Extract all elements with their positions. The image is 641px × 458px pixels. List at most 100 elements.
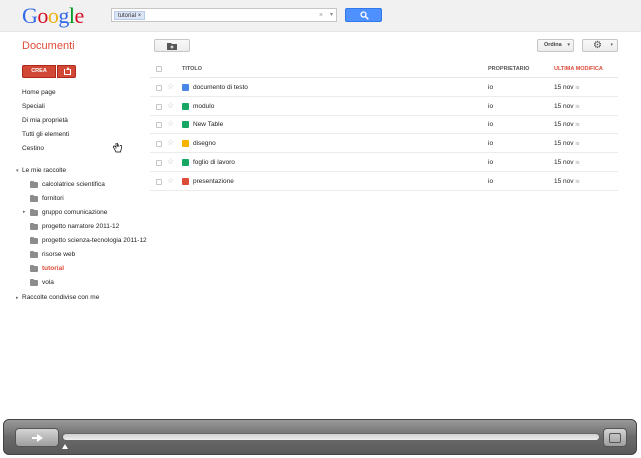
create-button[interactable]: CREA (22, 65, 56, 78)
nav-owned-by-me[interactable]: Di mia proprietà (22, 117, 68, 124)
table-row[interactable]: ☆ modulo io 15 nov io (150, 98, 618, 116)
table-row[interactable]: ☆ foglio di lavoro io 15 nov io (150, 154, 618, 172)
shared-collections-label: Raccolte condivise con me (22, 294, 100, 301)
collection-label: progetto narratore 2011-12 (42, 223, 120, 230)
collection-item[interactable]: vola (30, 278, 54, 286)
nav-starred[interactable]: Speciali (22, 103, 45, 110)
column-header-title[interactable]: TITOLO (182, 66, 202, 72)
collection-item[interactable]: progetto scienza-tecnologia 2011-12 (30, 236, 147, 244)
sort-button-label: Ordina (544, 42, 562, 48)
header-divider (150, 77, 618, 78)
row-checkbox[interactable] (156, 122, 162, 129)
file-modified: 15 nov io (554, 103, 579, 110)
hand-cursor-icon (113, 143, 122, 153)
collection-label: tutorial (42, 265, 65, 272)
sort-button[interactable]: Ordina ▾ (537, 39, 574, 52)
app-title[interactable]: Documenti (22, 40, 75, 52)
file-title[interactable]: disegno (193, 140, 216, 147)
nav-home[interactable]: Home page (22, 89, 56, 96)
google-logo[interactable]: Google (22, 3, 84, 29)
chip-close-icon[interactable]: × (138, 13, 142, 19)
file-title[interactable]: presentazione (193, 178, 234, 185)
row-checkbox[interactable] (156, 159, 162, 166)
collection-item[interactable]: tutorial (30, 264, 65, 272)
row-checkbox[interactable] (156, 141, 162, 148)
collection-item[interactable]: risorse web (30, 250, 76, 258)
file-modified: 15 nov io (554, 84, 579, 91)
table-row[interactable]: ☆ New Table io 15 nov io (150, 116, 618, 135)
star-icon[interactable]: ☆ (167, 176, 174, 185)
folder-icon (30, 208, 38, 216)
collapse-triangle-icon[interactable]: ▸ (23, 209, 29, 215)
star-icon[interactable]: ☆ (167, 157, 174, 166)
search-filter-chip-label: tutorial (118, 13, 137, 19)
fullscreen-icon (609, 433, 621, 443)
file-modified: 15 nov io (554, 140, 579, 147)
modified-by: io (575, 103, 580, 110)
collection-item[interactable]: calcolatrice scientifica (30, 180, 105, 188)
nav-all-items[interactable]: Tutti gli elementi (22, 131, 69, 138)
search-button[interactable] (345, 8, 382, 22)
file-title[interactable]: modulo (193, 103, 214, 110)
logo-letter: o (37, 3, 48, 28)
star-icon[interactable]: ☆ (167, 101, 174, 110)
file-modified: 15 nov io (554, 159, 579, 166)
folder-add-icon (167, 43, 177, 50)
folder-icon (30, 194, 38, 202)
search-options-icon[interactable]: ▾ (330, 10, 333, 21)
search-box[interactable]: tutorial × × ▾ (111, 8, 337, 22)
modified-by: io (575, 85, 580, 91)
column-header-modified[interactable]: ULTIMA MODIFICA (554, 66, 603, 72)
upload-button[interactable] (57, 65, 76, 78)
form-icon (182, 102, 189, 110)
my-collections-header[interactable]: ▾ Le mie raccolte (16, 167, 66, 174)
modified-date: 15 nov (554, 177, 574, 185)
video-player-bar (3, 419, 637, 455)
shared-collections-header[interactable]: ▸ Raccolte condivise con me (16, 294, 99, 301)
file-title[interactable]: New Table (193, 121, 223, 128)
collection-label: risorse web (42, 251, 76, 258)
modified-date: 15 nov (554, 121, 574, 129)
folder-icon (30, 222, 38, 230)
file-owner: io (488, 84, 494, 91)
modified-date: 15 nov (554, 102, 574, 110)
column-header-owner[interactable]: PROPRIETARIO (488, 66, 529, 72)
collection-item[interactable]: fornitori (30, 194, 64, 202)
logo-letter: g (58, 3, 69, 28)
collection-item[interactable]: progetto narratore 2011-12 (30, 222, 120, 230)
row-checkbox[interactable] (156, 85, 162, 91)
collection-label: vola (42, 279, 54, 286)
clear-icon[interactable]: × (319, 10, 323, 21)
star-icon[interactable]: ☆ (167, 119, 174, 128)
table-row[interactable]: ☆ disegno io 15 nov io (150, 135, 618, 154)
file-owner: io (488, 177, 494, 185)
table-row[interactable]: ☆ documento di testo io 15 nov io (150, 79, 618, 97)
folder-icon (30, 236, 38, 244)
gear-icon: ⚙ (593, 40, 602, 51)
collection-item[interactable]: gruppo comunicazione (30, 208, 107, 216)
search-filter-chip[interactable]: tutorial × (114, 11, 146, 20)
fullscreen-button[interactable] (603, 428, 627, 447)
file-title[interactable]: documento di testo (193, 84, 248, 91)
row-checkbox[interactable] (156, 178, 162, 185)
select-all-checkbox[interactable] (156, 66, 162, 72)
nav-trash[interactable]: Cestino (22, 145, 44, 152)
logo-letter: o (47, 3, 59, 28)
table-row[interactable]: ☆ presentazione io 15 nov io (150, 173, 618, 191)
collection-label: fornitori (42, 195, 64, 202)
seek-thumb[interactable] (62, 444, 68, 449)
row-checkbox[interactable] (156, 103, 162, 110)
new-folder-button[interactable] (154, 39, 190, 52)
logo-letter: e (74, 3, 85, 28)
folder-icon (30, 278, 38, 286)
modified-by: io (575, 122, 580, 129)
drawing-icon (182, 140, 189, 148)
play-button[interactable] (15, 428, 59, 447)
star-icon[interactable]: ☆ (167, 138, 174, 147)
file-title[interactable]: foglio di lavoro (193, 159, 235, 166)
collection-label: calcolatrice scientifica (42, 181, 105, 188)
modified-date: 15 nov (554, 84, 574, 91)
settings-button[interactable]: ⚙ ▾ (582, 39, 618, 52)
star-icon[interactable]: ☆ (167, 82, 174, 91)
seek-track[interactable] (62, 433, 600, 441)
